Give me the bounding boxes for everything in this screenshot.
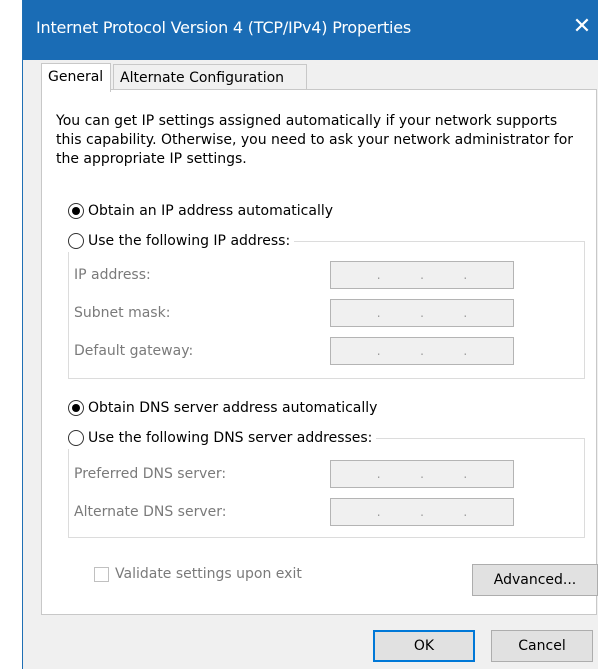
- default-gateway-field[interactable]: ...: [330, 337, 514, 365]
- validate-settings-checkbox[interactable]: Validate settings upon exit: [94, 566, 302, 582]
- ip-address-field[interactable]: ...: [330, 261, 514, 289]
- radio-unselected-icon: [68, 430, 84, 446]
- use-following-dns-label: Use the following DNS server addresses:: [88, 430, 373, 446]
- intro-text: You can get IP settings assigned automat…: [56, 113, 574, 167]
- obtain-dns-auto-radio[interactable]: Obtain DNS server address automatically: [68, 397, 382, 419]
- close-icon[interactable]: ✕: [569, 14, 595, 40]
- general-tab-panel: You can get IP settings assigned automat…: [41, 89, 598, 615]
- subnet-mask-field[interactable]: ...: [330, 299, 514, 327]
- tab-general[interactable]: General: [41, 63, 111, 92]
- window-title: Internet Protocol Version 4 (TCP/IPv4) P…: [36, 18, 412, 37]
- tab-alternate-configuration[interactable]: Alternate Configuration: [113, 64, 307, 91]
- preferred-dns-field[interactable]: ...: [330, 460, 514, 488]
- use-following-ip-radio[interactable]: Use the following IP address:: [68, 230, 295, 252]
- validate-settings-label: Validate settings upon exit: [115, 566, 302, 582]
- ip-address-label: IP address:: [74, 267, 151, 283]
- default-gateway-label: Default gateway:: [74, 343, 194, 359]
- tcpip-properties-dialog: Internet Protocol Version 4 (TCP/IPv4) P…: [22, 0, 598, 669]
- radio-unselected-icon: [68, 233, 84, 249]
- checkbox-unchecked-icon: [94, 566, 109, 582]
- radio-selected-icon: [68, 400, 84, 416]
- alternate-dns-field[interactable]: ...: [330, 498, 514, 526]
- use-following-dns-radio[interactable]: Use the following DNS server addresses:: [68, 427, 377, 449]
- obtain-ip-auto-radio[interactable]: Obtain an IP address automatically: [68, 200, 338, 222]
- subnet-mask-label: Subnet mask:: [74, 305, 171, 321]
- ok-button[interactable]: OK: [373, 630, 475, 662]
- obtain-dns-auto-label: Obtain DNS server address automatically: [88, 400, 378, 416]
- alternate-dns-label: Alternate DNS server:: [74, 504, 227, 520]
- title-bar[interactable]: Internet Protocol Version 4 (TCP/IPv4) P…: [23, 0, 598, 60]
- obtain-ip-auto-label: Obtain an IP address automatically: [88, 203, 334, 219]
- advanced-button[interactable]: Advanced...: [472, 564, 598, 596]
- preferred-dns-label: Preferred DNS server:: [74, 466, 227, 482]
- radio-selected-icon: [68, 203, 84, 219]
- use-following-ip-label: Use the following IP address:: [88, 233, 291, 249]
- cancel-button[interactable]: Cancel: [491, 630, 593, 662]
